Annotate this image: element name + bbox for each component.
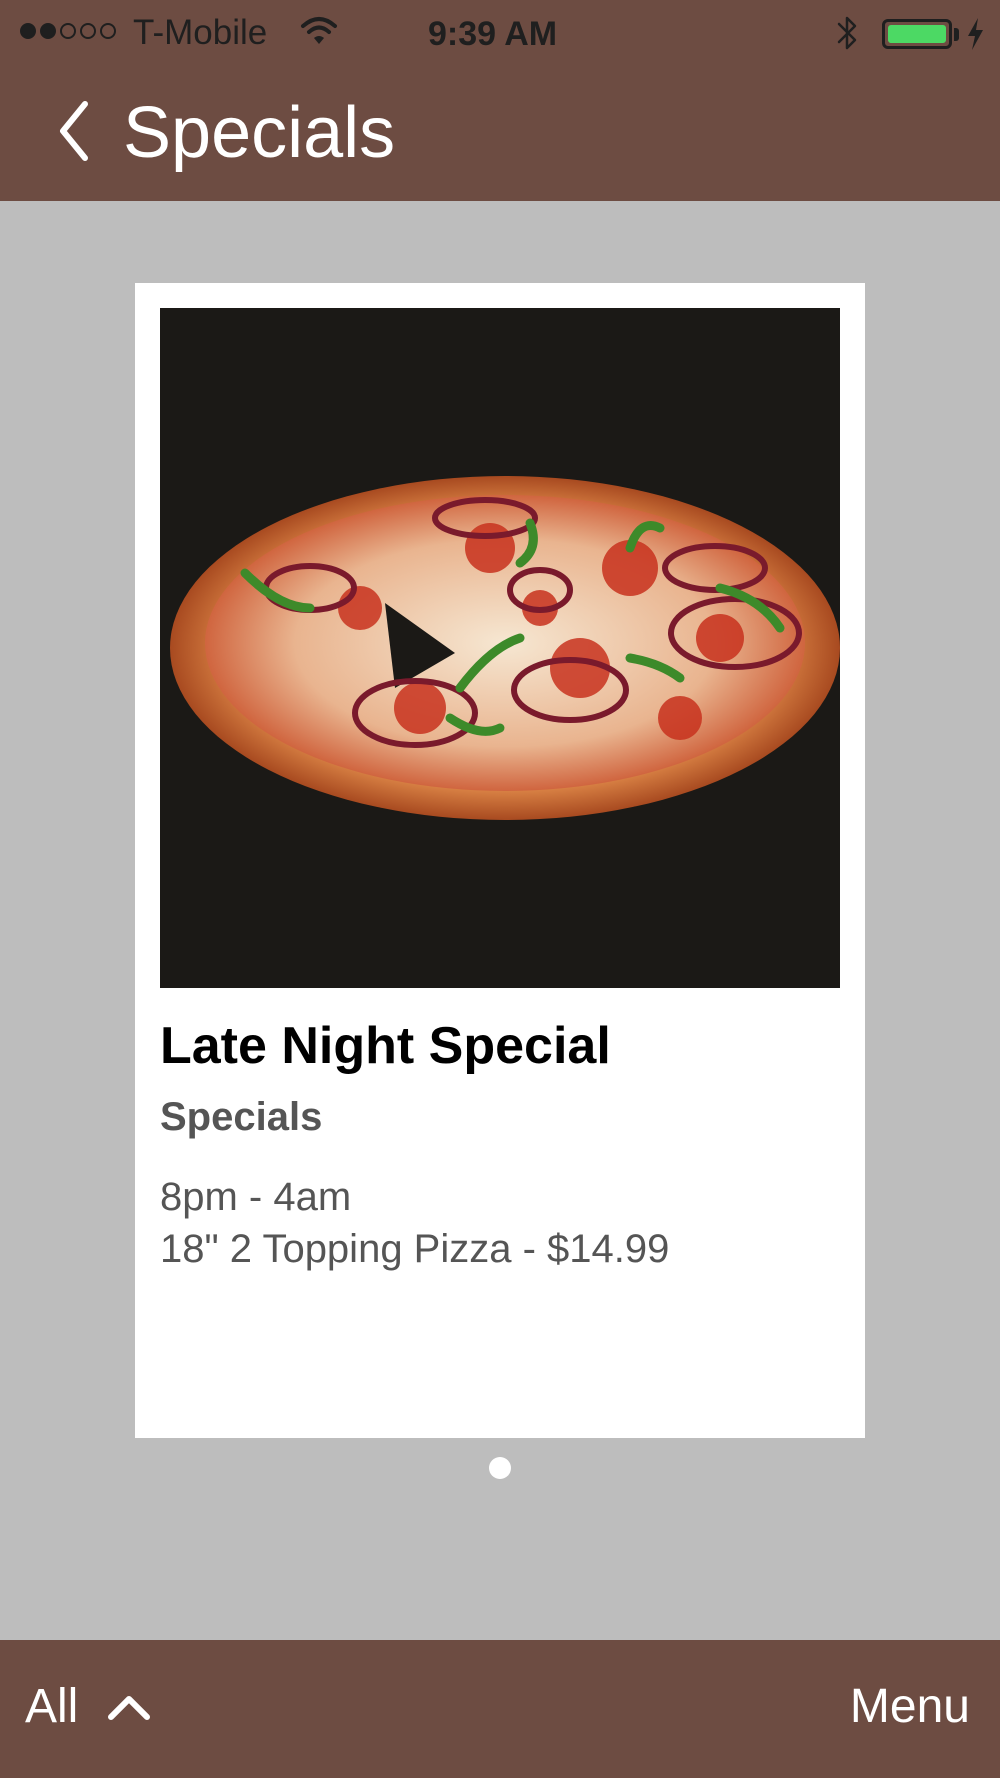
special-card[interactable]: Late Night Special Specials 8pm - 4am 18… — [135, 283, 865, 1438]
top-bar: T-Mobile 9:39 AM Specials — [0, 0, 1000, 201]
specials-screen: T-Mobile 9:39 AM Specials Late Night Spe… — [0, 0, 1000, 1778]
chevron-left-icon[interactable] — [55, 96, 93, 166]
charging-bolt-icon — [968, 18, 983, 50]
status-bar: T-Mobile 9:39 AM — [0, 0, 1000, 66]
signal-dot — [60, 23, 76, 39]
category-filter-button[interactable]: All — [25, 1672, 152, 1742]
bluetooth-icon — [837, 16, 857, 50]
wifi-icon — [301, 17, 337, 44]
status-time: 9:39 AM — [428, 15, 558, 53]
carrier-name: T-Mobile — [133, 13, 268, 52]
special-title: Late Night Special — [160, 1017, 611, 1075]
bottom-bar: All Menu — [0, 1640, 1000, 1778]
pizza-image — [160, 308, 840, 988]
category-filter-label: All — [25, 1680, 79, 1733]
signal-dot — [80, 23, 96, 39]
page-title: Specials — [123, 93, 396, 173]
pizza-illustration — [170, 476, 840, 820]
battery-indicator — [882, 19, 952, 49]
battery-level — [888, 25, 946, 43]
special-description: 8pm - 4am 18" 2 Topping Pizza - $14.99 — [160, 1175, 670, 1271]
menu-button[interactable]: Menu — [850, 1672, 970, 1742]
signal-dot — [100, 23, 116, 39]
signal-dot — [20, 23, 36, 39]
page-indicator-dot[interactable] — [489, 1457, 511, 1479]
chevron-up-icon — [108, 1696, 151, 1720]
signal-dot — [40, 23, 56, 39]
battery-nub — [954, 28, 959, 41]
special-category: Specials — [160, 1095, 323, 1139]
navigation-bar: Specials — [0, 66, 1000, 201]
signal-strength-indicator — [20, 23, 116, 39]
